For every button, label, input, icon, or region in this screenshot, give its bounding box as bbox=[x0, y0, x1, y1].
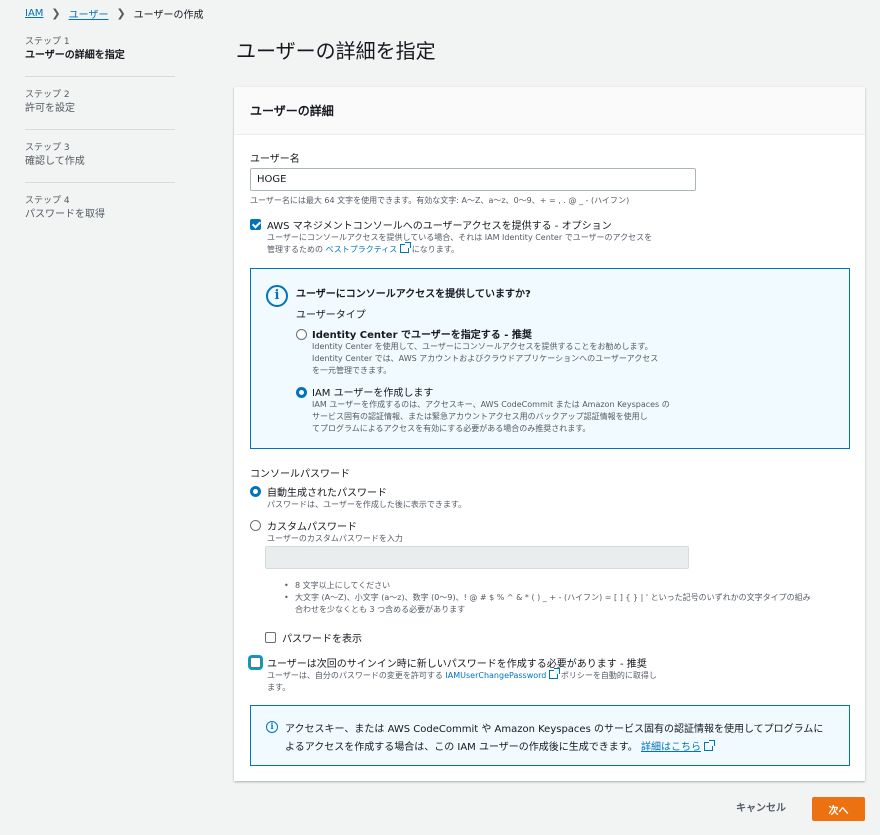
user-details-panel: ユーザーの詳細 ユーザー名 ユーザー名には最大 64 文字を使用できます。有効な… bbox=[234, 87, 865, 781]
show-password-label[interactable]: パスワードを表示 bbox=[282, 630, 362, 645]
step-name: 確認して作成 bbox=[25, 156, 85, 167]
identity-center-radio[interactable] bbox=[296, 329, 307, 340]
chevron-right-icon: ❯ bbox=[51, 7, 61, 20]
cancel-button[interactable]: キャンセル bbox=[730, 797, 792, 821]
panel-header: ユーザーの詳細 bbox=[234, 87, 865, 135]
requirement-item: 8 文字以上にしてください bbox=[282, 580, 811, 592]
password-requirements: 8 文字以上にしてください 大文字 (A～Z)、小文字 (a～z)、数字 (0～… bbox=[282, 580, 811, 604]
step-name: パスワードを取得 bbox=[25, 209, 105, 220]
breadcrumb-users-link[interactable]: ユーザー bbox=[69, 6, 109, 21]
username-input[interactable] bbox=[250, 168, 696, 191]
breadcrumb: IAM ❯ ユーザー ❯ ユーザーの作成 bbox=[25, 6, 203, 21]
console-password-label: コンソールパスワード bbox=[250, 469, 350, 480]
access-key-info-box: i アクセスキー、または AWS CodeCommit や Amazon Key… bbox=[250, 705, 850, 766]
info-text: よるアクセスを作成する場合は、この IAM ユーザーの作成後に生成できます。 bbox=[285, 742, 638, 753]
iam-user-label[interactable]: IAM ユーザーを作成します bbox=[312, 384, 433, 399]
breadcrumb-current: ユーザーの作成 bbox=[133, 10, 204, 21]
info-icon: i bbox=[266, 721, 278, 733]
console-access-desc-2: 管理するための ベストプラクティス になります。 bbox=[267, 242, 459, 256]
reset-password-desc: ユーザーは、自分のパスワードの変更を許可する IAMUserChangePass… bbox=[267, 668, 657, 682]
step-name: 許可を設定 bbox=[25, 103, 75, 114]
access-key-info-line1: アクセスキー、または AWS CodeCommit や Amazon Keysp… bbox=[285, 724, 824, 735]
learn-more-link[interactable]: 詳細はこちら bbox=[641, 742, 701, 753]
external-link-icon bbox=[400, 242, 412, 253]
iam-user-radio[interactable] bbox=[296, 387, 307, 398]
desc-text: 管理するための bbox=[267, 245, 323, 254]
step-3: ステップ 3 確認して作成 bbox=[25, 142, 175, 183]
wizard-steps: ステップ 1 ユーザーの詳細を指定 ステップ 2 許可を設定 ステップ 3 確認… bbox=[25, 36, 175, 247]
identity-center-label[interactable]: Identity Center でユーザーを指定する - 推奨 bbox=[312, 326, 532, 341]
iam-user-desc: サービス固有の認証情報、または緊急アカウントアクセス用のバックアップ認証情報を使… bbox=[312, 412, 648, 421]
custom-password-radio[interactable] bbox=[250, 520, 261, 531]
step-name: ユーザーの詳細を指定 bbox=[25, 50, 125, 61]
reset-password-desc-2: ます。 bbox=[267, 683, 291, 692]
step-number: ステップ 4 bbox=[25, 196, 70, 206]
console-access-checkbox[interactable] bbox=[250, 219, 261, 230]
custom-password-input[interactable] bbox=[265, 546, 689, 569]
step-4: ステップ 4 パスワードを取得 bbox=[25, 195, 175, 235]
console-access-desc: ユーザーにコンソールアクセスを提供している場合、それは IAM Identity… bbox=[267, 233, 653, 242]
desc-text: になります。 bbox=[411, 245, 459, 254]
requirement-item-cont: 合わせを少なくとも 3 つ含める必要があります bbox=[295, 605, 466, 614]
auto-password-radio[interactable] bbox=[250, 486, 261, 497]
info-question: ユーザーにコンソールアクセスを提供していますか? bbox=[296, 289, 531, 300]
panel-title: ユーザーの詳細 bbox=[250, 104, 334, 118]
step-2: ステップ 2 許可を設定 bbox=[25, 89, 175, 130]
iam-user-change-password-link[interactable]: IAMUserChangePassword bbox=[445, 671, 546, 680]
identity-center-desc: Identity Center を使用して、ユーザーにコンソールアクセスを提供す… bbox=[312, 342, 653, 351]
requirement-item: 大文字 (A～Z)、小文字 (a～z)、数字 (0～9)、! @ # $ % ^… bbox=[282, 592, 811, 604]
iam-user-desc: てプログラムによるアクセスを有効にする必要がある場合のみ推奨されます。 bbox=[312, 424, 591, 433]
auto-password-label[interactable]: 自動生成されたパスワード bbox=[267, 484, 387, 499]
show-password-checkbox[interactable] bbox=[265, 632, 276, 643]
access-key-info-line2: よるアクセスを作成する場合は、この IAM ユーザーの作成後に生成できます。 詳… bbox=[285, 738, 715, 753]
iam-user-desc: IAM ユーザーを作成するのは、アクセスキー、AWS CodeCommit また… bbox=[312, 400, 670, 409]
external-link-icon bbox=[703, 740, 715, 751]
user-type-label: ユーザータイプ bbox=[296, 310, 366, 321]
console-access-label[interactable]: AWS マネジメントコンソールへのユーザーアクセスを提供する - オプション bbox=[267, 217, 612, 232]
best-practices-link[interactable]: ベストプラクティス bbox=[326, 245, 398, 254]
step-1: ステップ 1 ユーザーの詳細を指定 bbox=[25, 36, 175, 77]
console-access-info-box: i ユーザーにコンソールアクセスを提供していますか? ユーザータイプ Ident… bbox=[250, 268, 850, 449]
custom-password-label[interactable]: カスタムパスワード bbox=[267, 518, 357, 533]
username-label: ユーザー名 bbox=[250, 154, 300, 165]
reset-password-checkbox[interactable] bbox=[250, 657, 261, 668]
desc-text: ポリシーを自動的に取得し bbox=[560, 671, 657, 680]
identity-center-desc: を一元管理できます。 bbox=[312, 366, 392, 375]
step-number: ステップ 3 bbox=[25, 143, 70, 153]
desc-text: ユーザーは、自分のパスワードの変更を許可する bbox=[267, 671, 443, 680]
username-hint: ユーザー名には最大 64 文字を使用できます。有効な文字: A～Z、a～z、0～… bbox=[250, 196, 630, 205]
info-icon: i bbox=[266, 285, 288, 307]
reset-password-label[interactable]: ユーザーは次回のサインイン時に新しいパスワードを作成する必要があります - 推奨 bbox=[267, 655, 647, 670]
step-number: ステップ 1 bbox=[25, 37, 70, 47]
custom-password-desc: ユーザーのカスタムパスワードを入力 bbox=[267, 534, 403, 543]
external-link-icon bbox=[549, 668, 561, 679]
chevron-right-icon: ❯ bbox=[116, 7, 126, 20]
step-number: ステップ 2 bbox=[25, 90, 70, 100]
page-title: ユーザーの詳細を指定 bbox=[236, 39, 436, 63]
breadcrumb-iam-link[interactable]: IAM bbox=[25, 8, 43, 19]
identity-center-desc: Identity Center では、AWS アカウントおよびクラウドアプリケー… bbox=[312, 354, 659, 363]
next-button[interactable]: 次へ bbox=[812, 797, 865, 821]
auto-password-desc: パスワードは、ユーザーを作成した後に表示できます。 bbox=[267, 500, 467, 509]
